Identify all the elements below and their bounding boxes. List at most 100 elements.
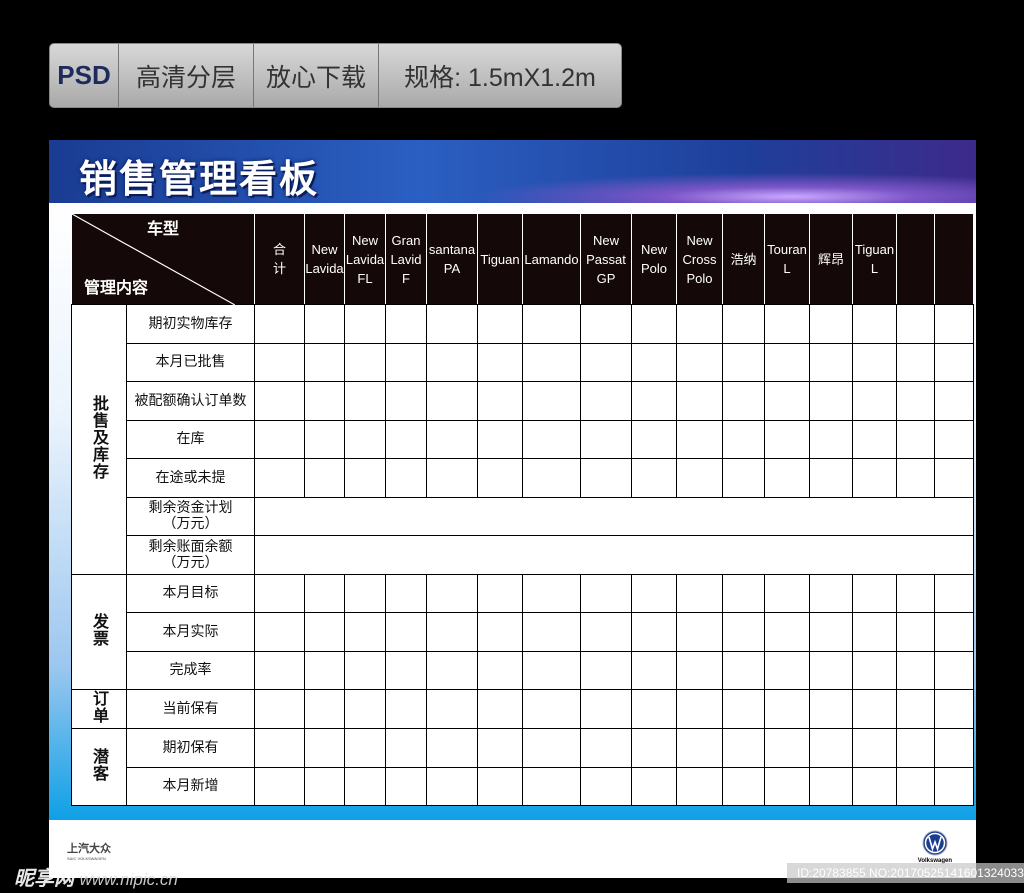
input-cell[interactable] — [522, 728, 581, 768]
merged-input-cell[interactable] — [254, 535, 974, 575]
input-cell[interactable] — [385, 304, 427, 344]
input-cell[interactable] — [304, 650, 345, 690]
input-cell[interactable] — [385, 419, 427, 459]
input-cell[interactable] — [344, 381, 386, 421]
input-cell[interactable] — [344, 419, 386, 459]
input-cell[interactable] — [344, 766, 386, 806]
input-cell[interactable] — [809, 612, 853, 652]
input-cell[interactable] — [722, 728, 765, 768]
input-cell[interactable] — [580, 650, 632, 690]
input-cell[interactable] — [254, 689, 305, 729]
input-cell[interactable] — [852, 650, 897, 690]
input-cell[interactable] — [722, 458, 765, 498]
input-cell[interactable] — [385, 342, 427, 382]
input-cell[interactable] — [764, 728, 810, 768]
input-cell[interactable] — [722, 766, 765, 806]
input-cell[interactable] — [522, 766, 581, 806]
input-cell[interactable] — [764, 419, 810, 459]
input-cell[interactable] — [631, 381, 677, 421]
input-cell[interactable] — [477, 458, 523, 498]
input-cell[interactable] — [809, 342, 853, 382]
input-cell[interactable] — [344, 304, 386, 344]
input-cell[interactable] — [344, 728, 386, 768]
input-cell[interactable] — [764, 573, 810, 613]
input-cell[interactable] — [676, 766, 723, 806]
input-cell[interactable] — [676, 650, 723, 690]
input-cell[interactable] — [809, 304, 853, 344]
input-cell[interactable] — [809, 573, 853, 613]
input-cell[interactable] — [934, 650, 974, 690]
input-cell[interactable] — [522, 612, 581, 652]
input-cell[interactable] — [477, 689, 523, 729]
input-cell[interactable] — [896, 304, 935, 344]
input-cell[interactable] — [722, 342, 765, 382]
input-cell[interactable] — [722, 650, 765, 690]
input-cell[interactable] — [896, 650, 935, 690]
input-cell[interactable] — [385, 573, 427, 613]
input-cell[interactable] — [764, 689, 810, 729]
input-cell[interactable] — [344, 458, 386, 498]
input-cell[interactable] — [385, 728, 427, 768]
input-cell[interactable] — [631, 342, 677, 382]
input-cell[interactable] — [580, 458, 632, 498]
input-cell[interactable] — [896, 342, 935, 382]
input-cell[interactable] — [477, 650, 523, 690]
input-cell[interactable] — [764, 381, 810, 421]
input-cell[interactable] — [477, 766, 523, 806]
input-cell[interactable] — [631, 419, 677, 459]
input-cell[interactable] — [764, 458, 810, 498]
input-cell[interactable] — [580, 689, 632, 729]
input-cell[interactable] — [896, 573, 935, 613]
input-cell[interactable] — [934, 381, 974, 421]
input-cell[interactable] — [676, 381, 723, 421]
input-cell[interactable] — [631, 650, 677, 690]
input-cell[interactable] — [852, 381, 897, 421]
input-cell[interactable] — [676, 342, 723, 382]
input-cell[interactable] — [344, 650, 386, 690]
input-cell[interactable] — [896, 419, 935, 459]
input-cell[interactable] — [522, 342, 581, 382]
input-cell[interactable] — [676, 689, 723, 729]
input-cell[interactable] — [631, 612, 677, 652]
input-cell[interactable] — [426, 612, 478, 652]
input-cell[interactable] — [934, 689, 974, 729]
input-cell[interactable] — [580, 304, 632, 344]
input-cell[interactable] — [522, 458, 581, 498]
input-cell[interactable] — [304, 728, 345, 768]
input-cell[interactable] — [254, 419, 305, 459]
input-cell[interactable] — [522, 689, 581, 729]
input-cell[interactable] — [477, 304, 523, 344]
input-cell[interactable] — [426, 650, 478, 690]
input-cell[interactable] — [631, 458, 677, 498]
input-cell[interactable] — [304, 689, 345, 729]
input-cell[interactable] — [254, 342, 305, 382]
input-cell[interactable] — [477, 573, 523, 613]
input-cell[interactable] — [809, 766, 853, 806]
input-cell[interactable] — [580, 381, 632, 421]
input-cell[interactable] — [254, 612, 305, 652]
input-cell[interactable] — [676, 728, 723, 768]
input-cell[interactable] — [344, 612, 386, 652]
input-cell[interactable] — [580, 573, 632, 613]
input-cell[interactable] — [722, 689, 765, 729]
input-cell[interactable] — [852, 304, 897, 344]
input-cell[interactable] — [631, 573, 677, 613]
input-cell[interactable] — [722, 612, 765, 652]
input-cell[interactable] — [580, 342, 632, 382]
input-cell[interactable] — [426, 689, 478, 729]
input-cell[interactable] — [676, 419, 723, 459]
input-cell[interactable] — [722, 304, 765, 344]
input-cell[interactable] — [426, 766, 478, 806]
input-cell[interactable] — [934, 458, 974, 498]
input-cell[interactable] — [426, 304, 478, 344]
input-cell[interactable] — [809, 381, 853, 421]
input-cell[interactable] — [631, 728, 677, 768]
input-cell[interactable] — [896, 766, 935, 806]
input-cell[interactable] — [304, 304, 345, 344]
input-cell[interactable] — [934, 419, 974, 459]
input-cell[interactable] — [809, 650, 853, 690]
input-cell[interactable] — [852, 612, 897, 652]
input-cell[interactable] — [254, 728, 305, 768]
input-cell[interactable] — [934, 612, 974, 652]
input-cell[interactable] — [344, 689, 386, 729]
